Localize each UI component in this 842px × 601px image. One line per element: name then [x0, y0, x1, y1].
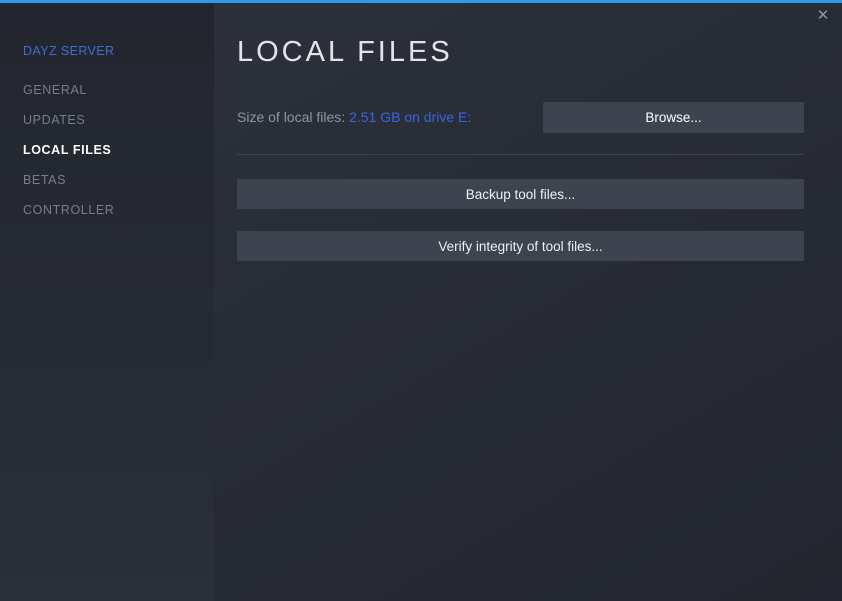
browse-button[interactable]: Browse...: [543, 102, 804, 133]
main-panel: ✕ LOCAL FILES Size of local files: 2.51 …: [214, 3, 842, 601]
sidebar-nav: GENERAL UPDATES LOCAL FILES BETAS CONTRO…: [0, 75, 214, 225]
size-label: Size of local files:: [237, 109, 350, 125]
local-files-size-row: Size of local files: 2.51 GB on drive E:…: [237, 102, 804, 133]
section-divider: [237, 154, 804, 155]
size-value: 2.51 GB on drive E:: [349, 109, 472, 125]
sidebar: DAYZ SERVER GENERAL UPDATES LOCAL FILES …: [0, 3, 214, 601]
top-accent-line: [0, 0, 842, 3]
page-title: LOCAL FILES: [237, 36, 453, 68]
sidebar-item-general[interactable]: GENERAL: [0, 75, 214, 105]
properties-dialog: DAYZ SERVER GENERAL UPDATES LOCAL FILES …: [0, 0, 842, 601]
size-of-local-files-text: Size of local files: 2.51 GB on drive E:: [237, 102, 471, 133]
verify-integrity-button[interactable]: Verify integrity of tool files...: [237, 231, 804, 261]
sidebar-item-controller[interactable]: CONTROLLER: [0, 195, 214, 225]
app-title: DAYZ SERVER: [23, 44, 115, 58]
sidebar-item-local-files[interactable]: LOCAL FILES: [0, 135, 214, 165]
backup-tool-files-button[interactable]: Backup tool files...: [237, 179, 804, 209]
close-icon[interactable]: ✕: [812, 5, 834, 27]
sidebar-item-betas[interactable]: BETAS: [0, 165, 214, 195]
sidebar-item-updates[interactable]: UPDATES: [0, 105, 214, 135]
